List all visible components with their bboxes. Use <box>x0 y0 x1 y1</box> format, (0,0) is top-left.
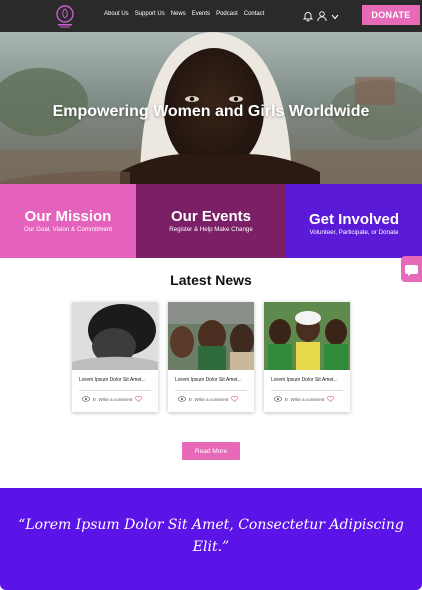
read-more-button[interactable]: Read More <box>182 442 240 460</box>
feature-subtitle: Volunteer, Participate, or Donate <box>309 229 399 236</box>
nav-link-contact[interactable]: Contact <box>244 11 265 17</box>
quote-text: “Lorem Ipsum Dolor Sit Amet, Consectetur… <box>18 517 404 555</box>
news-card-meta: 0 Write a comment <box>72 391 158 402</box>
feature-title: Our Events <box>170 208 252 225</box>
hero-title: Empowering Women and Girls Worldwide <box>52 103 370 120</box>
feature-get-involved[interactable]: Get Involved Volunteer, Participate, or … <box>286 184 422 258</box>
news-card-title: Lorem Ipsum Dolor Sit Amet... <box>175 377 242 383</box>
news-card[interactable]: Lorem Ipsum Dolor Sit Amet... 0 Write a … <box>264 302 350 412</box>
quote-section: “Lorem Ipsum Dolor Sit Amet, Consectetur… <box>0 488 422 590</box>
donate-button[interactable]: DONATE <box>362 5 420 25</box>
nav-links: About Us Support Us News Events Podcast … <box>104 11 264 17</box>
news-card[interactable]: Lorem Ipsum Dolor Sit Amet... 0 Write a … <box>168 302 254 412</box>
chevron-down-icon[interactable] <box>330 12 340 22</box>
nav-link-podcast[interactable]: Podcast <box>216 11 238 17</box>
write-comment-link[interactable]: Write a comment <box>99 397 133 402</box>
nav-link-news[interactable]: News <box>171 11 186 17</box>
views-eye-icon <box>82 396 90 402</box>
write-comment-link[interactable]: Write a comment <box>195 397 229 402</box>
feature-our-mission[interactable]: Our Mission Our Goal, Vision & Commitmen… <box>0 184 136 258</box>
nav-link-about[interactable]: About Us <box>104 11 129 17</box>
brand-logo-icon[interactable] <box>52 3 78 29</box>
latest-news-heading: Latest News <box>170 272 252 288</box>
nav-link-support[interactable]: Support Us <box>135 11 165 17</box>
feature-subtitle: Our Goal, Vision & Commitment <box>24 226 112 233</box>
top-nav: About Us Support Us News Events Podcast … <box>0 0 422 32</box>
news-card-meta: 0 Write a comment <box>264 391 350 402</box>
hero-banner: Empowering Women and Girls Worldwide <box>0 32 422 184</box>
news-card-image <box>72 302 158 370</box>
news-card-title: Lorem Ipsum Dolor Sit Amet... <box>79 377 146 383</box>
bell-icon[interactable] <box>302 10 314 22</box>
feature-title: Our Mission <box>24 208 112 225</box>
feature-our-events[interactable]: Our Events Register & Help Make Change <box>136 184 286 258</box>
news-card-image <box>264 302 350 370</box>
heart-icon[interactable] <box>135 396 143 402</box>
news-card-title: Lorem Ipsum Dolor Sit Amet... <box>271 377 338 383</box>
feature-title: Get Involved <box>308 211 400 228</box>
views-eye-icon <box>178 396 186 402</box>
view-count: 0 <box>93 396 96 402</box>
heart-icon[interactable] <box>231 396 239 402</box>
news-card-image <box>168 302 254 370</box>
news-card-meta: 0 Write a comment <box>168 391 254 402</box>
views-eye-icon <box>274 396 282 402</box>
heart-icon[interactable] <box>327 396 335 402</box>
nav-link-events[interactable]: Events <box>192 11 210 17</box>
news-card[interactable]: Lorem Ipsum Dolor Sit Amet... 0 Write a … <box>72 302 158 412</box>
user-icon[interactable] <box>316 10 328 22</box>
feature-subtitle: Register & Help Make Change <box>169 226 253 233</box>
view-count: 0 <box>285 396 288 402</box>
write-comment-link[interactable]: Write a comment <box>291 397 325 402</box>
view-count: 0 <box>189 396 192 402</box>
